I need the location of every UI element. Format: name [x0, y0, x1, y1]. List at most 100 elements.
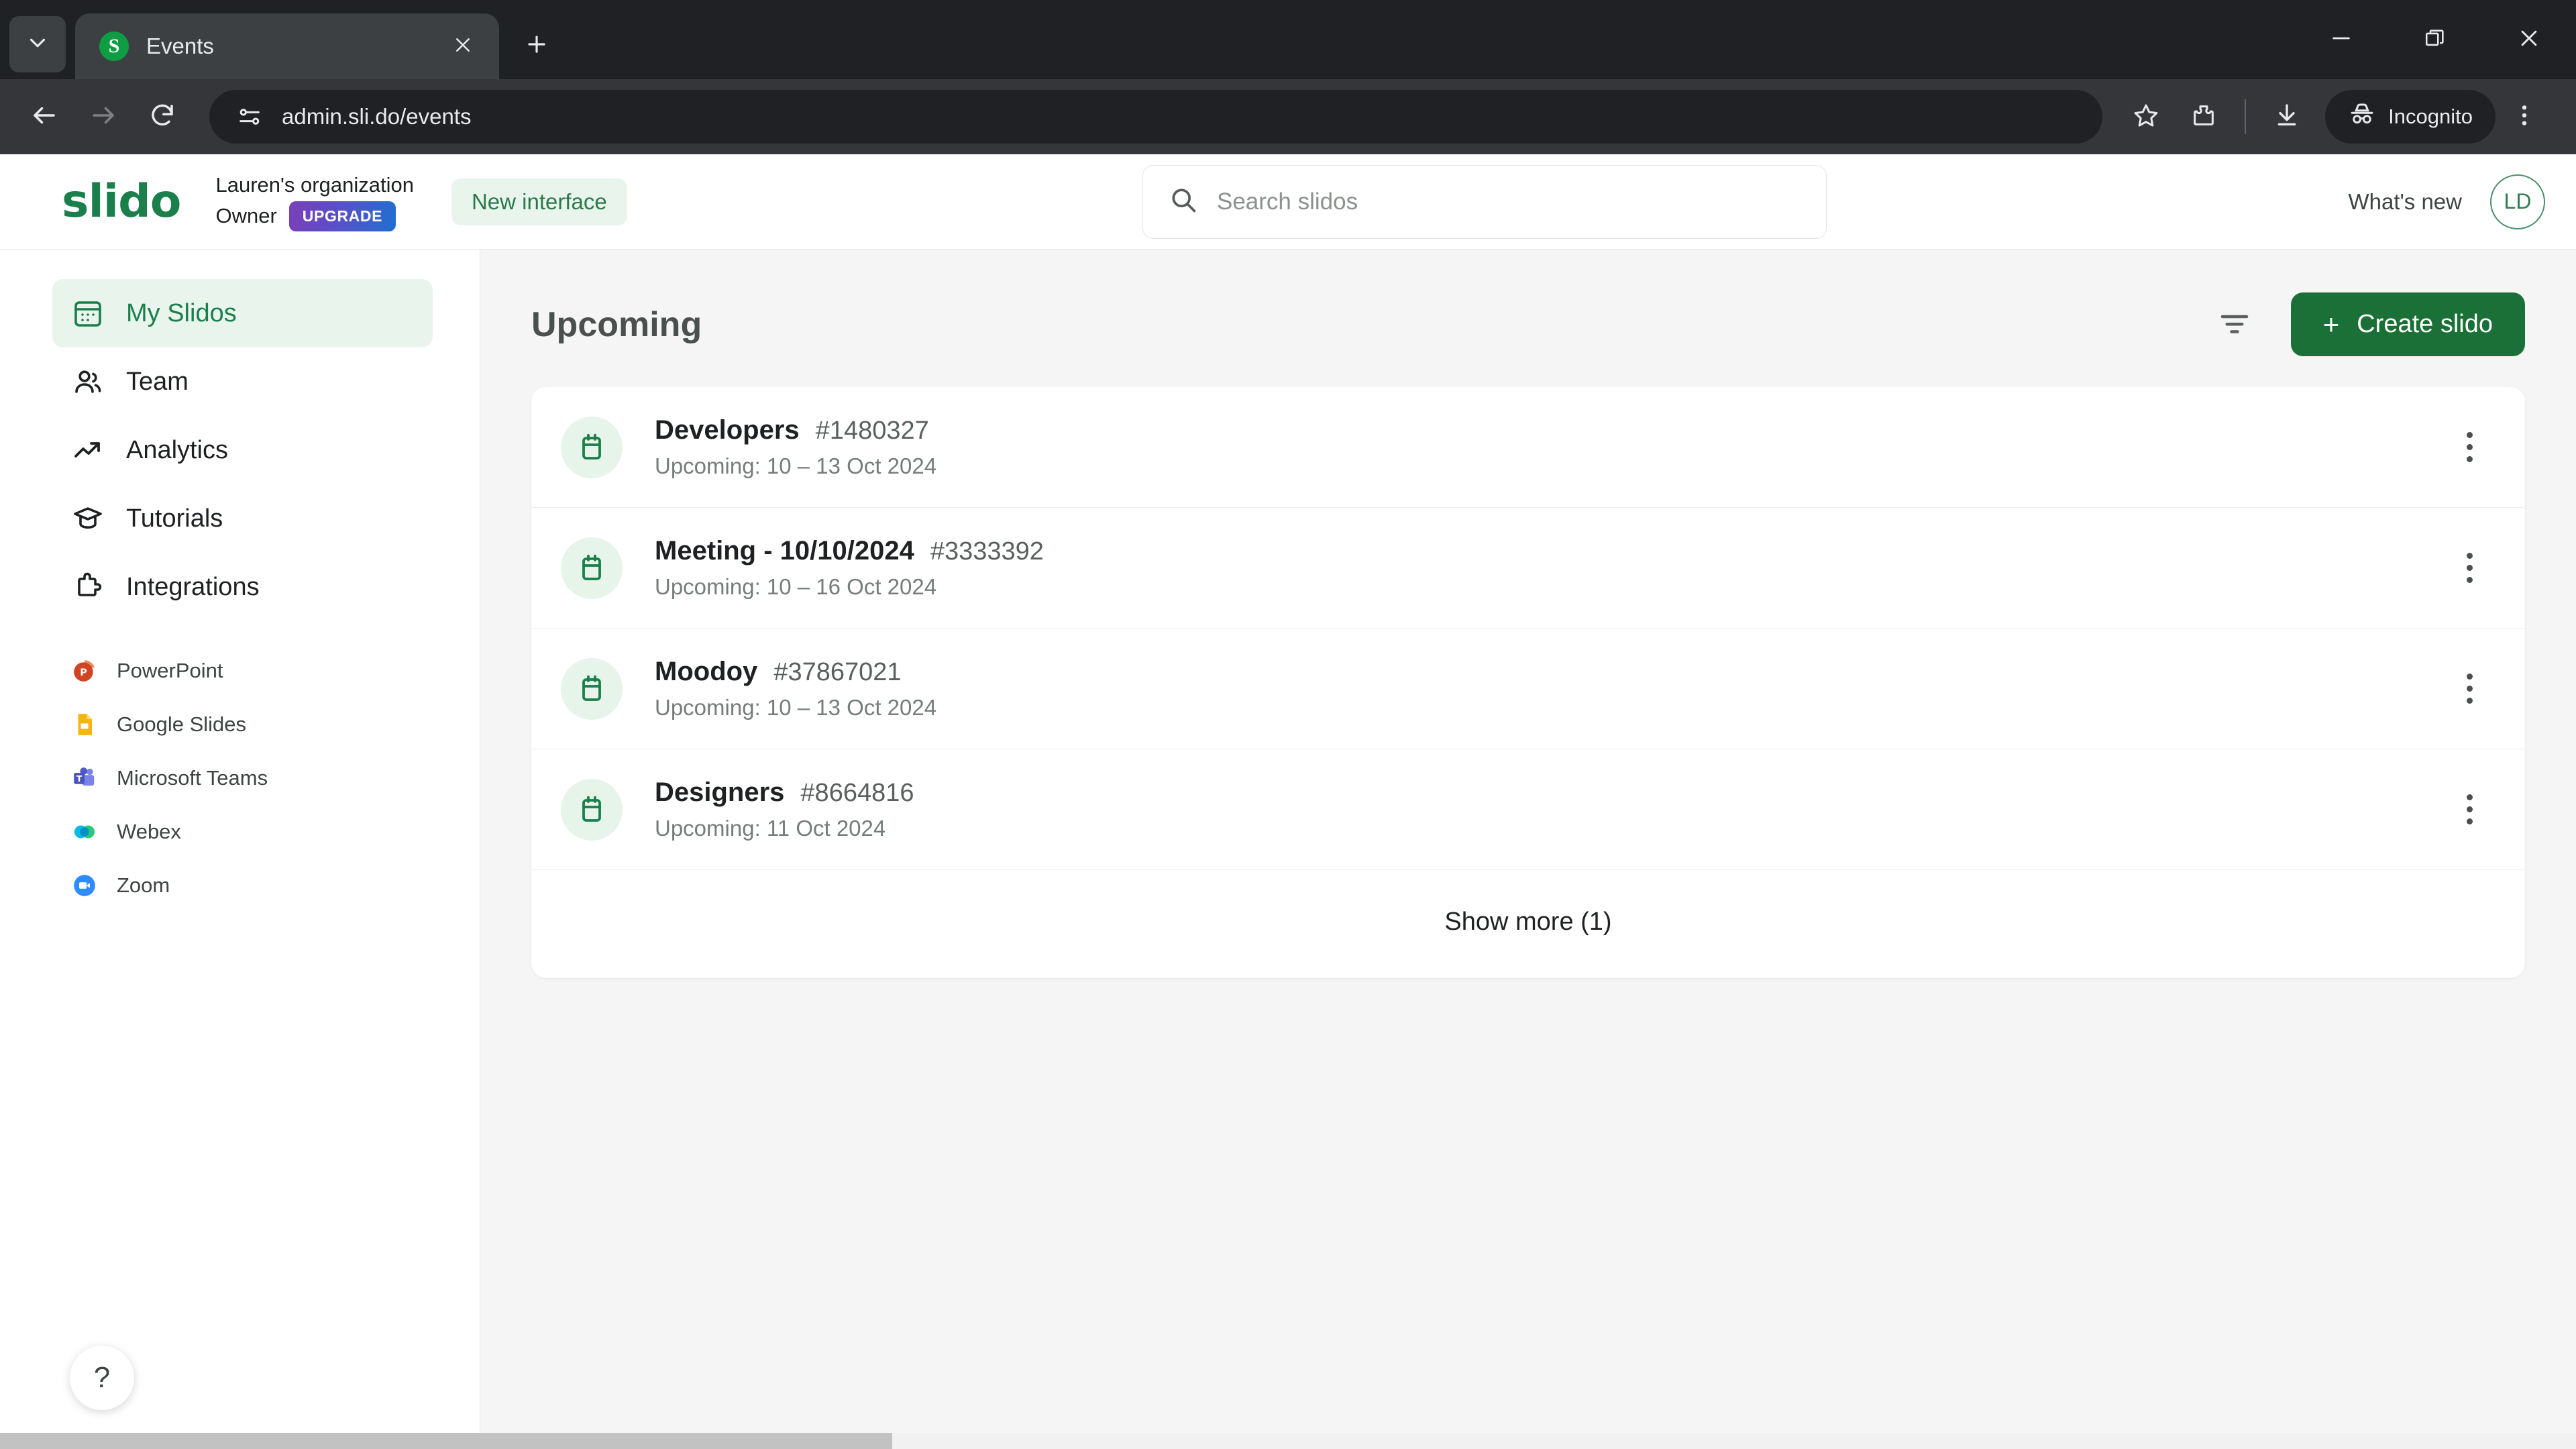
search-icon	[1169, 185, 1198, 218]
scrollbar-thumb[interactable]	[0, 1433, 892, 1449]
table-row[interactable]: Moodoy #37867021 Upcoming: 10 – 13 Oct 2…	[531, 629, 2525, 749]
page-viewport: slido Lauren's organization Owner UPGRAD…	[0, 154, 2576, 1449]
tab-strip: S Events	[0, 0, 2576, 79]
google-slides-icon	[71, 711, 98, 738]
table-row[interactable]: Meeting - 10/10/2024 #3333392 Upcoming: …	[531, 508, 2525, 629]
search-box[interactable]	[1142, 164, 1827, 239]
sidebar-item-label: Microsoft Teams	[117, 766, 268, 790]
slido-favicon-icon: S	[99, 32, 129, 61]
event-schedule: Upcoming: 10 – 13 Oct 2024	[655, 453, 937, 478]
sidebar-item-label: Integrations	[126, 572, 260, 601]
plus-icon	[524, 32, 549, 60]
row-menu-button[interactable]	[2446, 786, 2493, 833]
bookmark-button[interactable]	[2117, 88, 2175, 146]
page-body: My Slidos Team Analytics Tutorials Integ…	[0, 250, 2576, 1449]
slido-logo[interactable]: slido	[62, 175, 181, 228]
sidebar-item-powerpoint[interactable]: P PowerPoint	[52, 644, 433, 698]
upgrade-badge[interactable]: UPGRADE	[288, 201, 396, 231]
sidebar-item-microsoft-teams[interactable]: T Microsoft Teams	[52, 751, 433, 805]
minimize-button[interactable]	[2294, 0, 2388, 79]
people-icon	[71, 365, 105, 398]
reload-button[interactable]	[133, 87, 192, 146]
event-name: Meeting - 10/10/2024	[655, 536, 914, 566]
organization-name: Lauren's organization	[215, 173, 414, 197]
event-name: Developers	[655, 415, 800, 445]
row-menu-button[interactable]	[2446, 545, 2493, 592]
event-name: Designers	[655, 777, 785, 807]
webex-icon	[71, 818, 98, 845]
show-more-button[interactable]: Show more (1)	[531, 870, 2525, 978]
page-title: Upcoming	[531, 305, 702, 344]
calendar-icon	[561, 537, 623, 599]
tune-icon[interactable]	[232, 99, 267, 134]
close-tab-button[interactable]	[444, 28, 482, 65]
svg-text:T: T	[76, 773, 83, 784]
calendar-icon	[561, 778, 623, 841]
close-window-button[interactable]	[2482, 0, 2576, 79]
sidebar-item-label: PowerPoint	[117, 659, 223, 682]
incognito-label: Incognito	[2388, 105, 2473, 128]
address-bar[interactable]: admin.sli.do/events	[209, 90, 2103, 144]
tab-title: Events	[146, 34, 214, 58]
calendar-icon	[561, 416, 623, 478]
microsoft-teams-icon: T	[71, 765, 98, 792]
star-icon	[2133, 102, 2159, 132]
row-menu-button[interactable]	[2446, 665, 2493, 712]
event-code: #1480327	[815, 417, 929, 445]
create-slido-button[interactable]: + Create slido	[2290, 292, 2525, 356]
help-button[interactable]: ?	[70, 1346, 134, 1410]
minimize-icon	[2330, 27, 2353, 53]
puzzle-piece-icon	[71, 570, 105, 604]
browser-window: S Events admin.sli.do/events Incognito s…	[0, 0, 2576, 1449]
incognito-indicator[interactable]: Incognito	[2325, 90, 2496, 144]
sidebar-item-label: Analytics	[126, 435, 229, 464]
downloads-button[interactable]	[2258, 88, 2316, 146]
extensions-button[interactable]	[2175, 88, 2233, 146]
row-menu-button[interactable]	[2446, 424, 2493, 471]
browser-menu-button[interactable]	[2496, 88, 2553, 146]
table-row[interactable]: Designers #8664816 Upcoming: 11 Oct 2024	[531, 749, 2525, 870]
download-icon	[2273, 102, 2300, 132]
whats-new-link[interactable]: What's new	[2348, 189, 2462, 215]
app-header: slido Lauren's organization Owner UPGRAD…	[0, 154, 2576, 250]
incognito-icon	[2348, 100, 2376, 133]
avatar[interactable]: LD	[2490, 174, 2545, 229]
sidebar-item-tutorials[interactable]: Tutorials	[52, 484, 433, 553]
horizontal-scrollbar[interactable]	[0, 1433, 2576, 1449]
arrow-left-icon	[30, 101, 58, 133]
new-interface-button[interactable]: New interface	[451, 178, 627, 225]
back-button[interactable]	[15, 87, 74, 146]
search-input[interactable]	[1217, 188, 1801, 215]
main-content: Upcoming + Create slido Developers #1480…	[480, 250, 2576, 1449]
sidebar-item-my-slidos[interactable]: My Slidos	[52, 279, 433, 347]
filter-button[interactable]	[2210, 301, 2259, 349]
tab-search-button[interactable]	[9, 16, 66, 72]
maximize-button[interactable]	[2388, 0, 2482, 79]
close-icon	[453, 35, 473, 58]
sidebar-item-google-slides[interactable]: Google Slides	[52, 698, 433, 751]
forward-button[interactable]	[74, 87, 133, 146]
browser-tab[interactable]: S Events	[75, 13, 499, 79]
trending-up-icon	[71, 433, 105, 467]
browser-toolbar: admin.sli.do/events Incognito	[0, 79, 2576, 154]
powerpoint-icon: P	[71, 657, 98, 684]
sidebar-item-zoom[interactable]: Zoom	[52, 859, 433, 912]
sidebar-item-label: Tutorials	[126, 504, 223, 533]
chevron-down-icon	[25, 30, 50, 59]
calendar-icon	[561, 657, 623, 720]
sidebar-item-analytics[interactable]: Analytics	[52, 416, 433, 484]
sidebar: My Slidos Team Analytics Tutorials Integ…	[0, 250, 480, 1449]
table-row[interactable]: Developers #1480327 Upcoming: 10 – 13 Oc…	[531, 387, 2525, 508]
sidebar-item-integrations[interactable]: Integrations	[52, 553, 433, 621]
filter-icon	[2216, 305, 2253, 344]
sidebar-item-label: Google Slides	[117, 712, 247, 736]
sidebar-item-team[interactable]: Team	[52, 347, 433, 416]
svg-text:P: P	[80, 667, 87, 678]
new-tab-button[interactable]	[511, 20, 562, 71]
header-actions: What's new LD	[2348, 174, 2545, 229]
sidebar-item-webex[interactable]: Webex	[52, 805, 433, 859]
event-schedule: Upcoming: 10 – 16 Oct 2024	[655, 574, 937, 599]
restore-icon	[2424, 27, 2447, 53]
sidebar-item-label: Webex	[117, 820, 181, 843]
search-slidos	[1142, 164, 1827, 239]
